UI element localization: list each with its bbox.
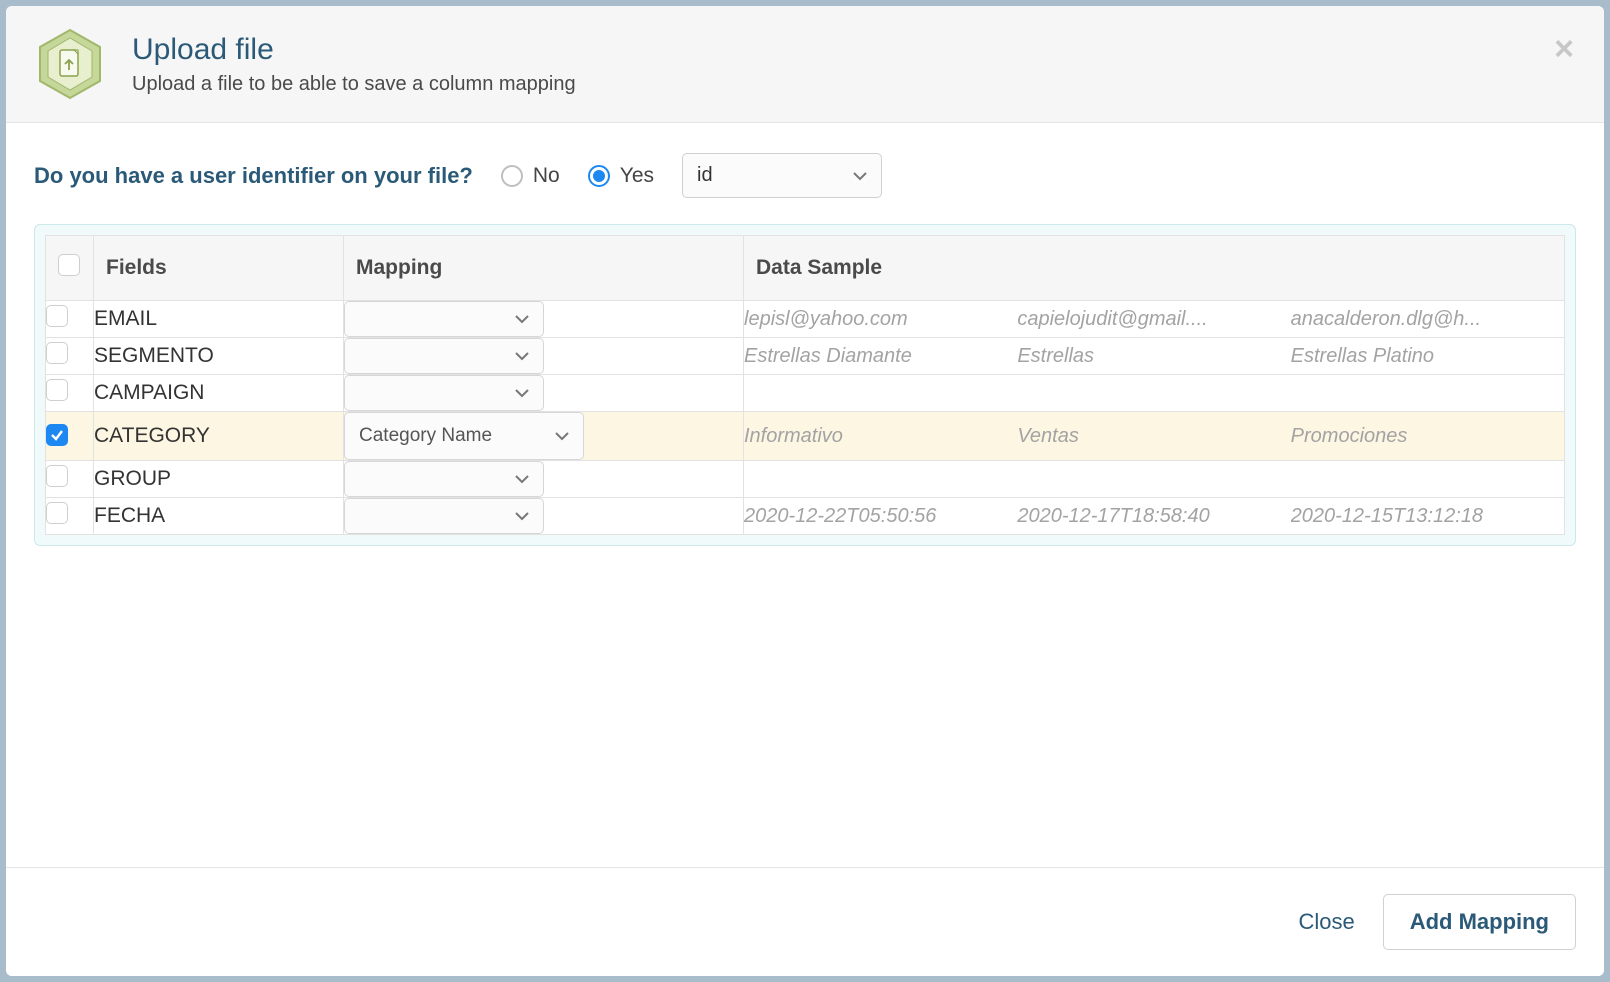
upload-file-icon <box>34 28 106 100</box>
row-checkbox[interactable] <box>46 305 68 327</box>
upload-file-modal: Upload file Upload a file to be able to … <box>6 6 1604 976</box>
sample-value: Estrellas Platino <box>1291 345 1564 368</box>
sample-value: 2020-12-22T05:50:56 <box>744 505 1017 528</box>
chevron-down-icon <box>515 351 529 361</box>
cell-check <box>46 375 94 412</box>
radio-yes-label: Yes <box>620 164 654 188</box>
cell-check <box>46 498 94 535</box>
modal-body: Do you have a user identifier on your fi… <box>6 123 1604 867</box>
col-header-fields: Fields <box>94 236 344 301</box>
sample-value: 2020-12-17T18:58:40 <box>1017 505 1290 528</box>
row-checkbox[interactable] <box>46 379 68 401</box>
cell-samples <box>744 375 1565 412</box>
cell-samples <box>744 461 1565 498</box>
cell-check <box>46 461 94 498</box>
sample-value: capielojudit@gmail.... <box>1017 308 1290 331</box>
close-button[interactable]: Close <box>1298 909 1354 935</box>
cell-check <box>46 412 94 461</box>
cell-check <box>46 338 94 375</box>
table-header-row: Fields Mapping Data Sample <box>46 236 1565 301</box>
sample-value: anacalderon.dlg@h... <box>1291 308 1564 331</box>
cell-field: GROUP <box>94 461 344 498</box>
mapping-table: Fields Mapping Data Sample EMAIL lepisl@y… <box>45 235 1565 535</box>
col-header-check <box>46 236 94 301</box>
identifier-question: Do you have a user identifier on your fi… <box>34 163 473 189</box>
header-text: Upload file Upload a file to be able to … <box>132 33 576 96</box>
add-mapping-button[interactable]: Add Mapping <box>1383 894 1576 950</box>
cell-mapping <box>344 301 744 338</box>
cell-mapping <box>344 375 744 412</box>
table-row: SEGMENTO Estrellas DiamanteEstrellasEstre… <box>46 338 1565 375</box>
cell-samples: Estrellas DiamanteEstrellasEstrellas Pla… <box>744 338 1565 375</box>
radio-no-indicator <box>501 165 523 187</box>
chevron-down-icon <box>853 171 867 181</box>
sample-value: Ventas <box>1017 425 1290 448</box>
identifier-question-row: Do you have a user identifier on your fi… <box>34 153 1576 198</box>
mapping-select[interactable] <box>344 498 544 534</box>
chevron-down-icon <box>555 431 569 441</box>
mapping-panel: Fields Mapping Data Sample EMAIL lepisl@y… <box>34 224 1576 546</box>
modal-footer: Close Add Mapping <box>6 867 1604 976</box>
cell-field: EMAIL <box>94 301 344 338</box>
mapping-select[interactable] <box>344 461 544 497</box>
radio-no-label: No <box>533 164 560 188</box>
mapping-select-value: Category Name <box>359 425 492 447</box>
cell-field: CAMPAIGN <box>94 375 344 412</box>
cell-samples: lepisl@yahoo.comcapielojudit@gmail....an… <box>744 301 1565 338</box>
chevron-down-icon <box>515 314 529 324</box>
select-all-checkbox[interactable] <box>58 254 80 276</box>
cell-samples: InformativoVentasPromociones <box>744 412 1565 461</box>
row-checkbox[interactable] <box>46 502 68 524</box>
chevron-down-icon <box>515 511 529 521</box>
cell-field: SEGMENTO <box>94 338 344 375</box>
modal-header: Upload file Upload a file to be able to … <box>6 6 1604 123</box>
row-checkbox[interactable] <box>46 342 68 364</box>
mapping-select[interactable] <box>344 301 544 337</box>
sample-value: 2020-12-15T13:12:18 <box>1291 505 1564 528</box>
radio-no[interactable]: No <box>501 164 560 188</box>
col-header-mapping: Mapping <box>344 236 744 301</box>
sample-value: lepisl@yahoo.com <box>744 308 1017 331</box>
cell-mapping <box>344 461 744 498</box>
chevron-down-icon <box>515 388 529 398</box>
table-row: CAMPAIGN <box>46 375 1565 412</box>
cell-mapping <box>344 498 744 535</box>
table-row: FECHA 2020-12-22T05:50:562020-12-17T18:58… <box>46 498 1565 535</box>
cell-check <box>46 301 94 338</box>
modal-subtitle: Upload a file to be able to save a colum… <box>132 73 576 96</box>
row-checkbox[interactable] <box>46 465 68 487</box>
cell-field: CATEGORY <box>94 412 344 461</box>
close-icon[interactable]: × <box>1554 32 1574 66</box>
mapping-select[interactable] <box>344 375 544 411</box>
chevron-down-icon <box>515 474 529 484</box>
mapping-select[interactable] <box>344 338 544 374</box>
mapping-select[interactable]: Category Name <box>344 412 584 460</box>
radio-yes-indicator <box>588 165 610 187</box>
row-checkbox[interactable] <box>46 424 68 446</box>
identifier-select[interactable]: id <box>682 153 882 198</box>
identifier-select-value: id <box>697 164 713 187</box>
cell-mapping <box>344 338 744 375</box>
sample-value: Informativo <box>744 425 1017 448</box>
sample-value: Estrellas Diamante <box>744 345 1017 368</box>
table-row: CATEGORY Category Name InformativoVentasPr… <box>46 412 1565 461</box>
cell-mapping: Category Name <box>344 412 744 461</box>
modal-title: Upload file <box>132 33 576 67</box>
col-header-sample: Data Sample <box>744 236 1565 301</box>
table-row: GROUP <box>46 461 1565 498</box>
cell-samples: 2020-12-22T05:50:562020-12-17T18:58:4020… <box>744 498 1565 535</box>
cell-field: FECHA <box>94 498 344 535</box>
identifier-radio-group: No Yes <box>501 164 654 188</box>
table-row: EMAIL lepisl@yahoo.comcapielojudit@gmail.… <box>46 301 1565 338</box>
sample-value: Promociones <box>1291 425 1564 448</box>
radio-yes[interactable]: Yes <box>588 164 654 188</box>
sample-value: Estrellas <box>1017 345 1290 368</box>
